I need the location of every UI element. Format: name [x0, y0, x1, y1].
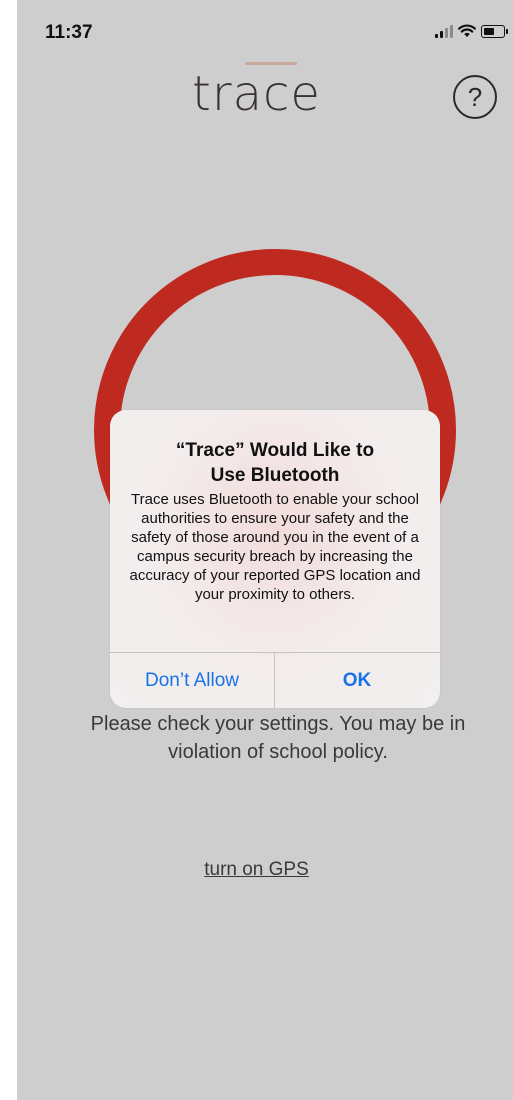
- signal-icon: [435, 24, 453, 38]
- alert-title-line2: Use Bluetooth: [210, 465, 340, 486]
- alert-title: “Trace” Would Like to Use Bluetooth: [120, 438, 430, 488]
- status-icons: [435, 24, 508, 38]
- app-logo: trace: [192, 66, 321, 122]
- wifi-icon: [458, 24, 476, 37]
- dont-allow-button[interactable]: Don’t Allow: [110, 653, 274, 708]
- help-button[interactable]: ?: [453, 75, 497, 119]
- status-time: 11:37: [45, 22, 93, 43]
- alert-message: Trace uses Bluetooth to enable your scho…: [129, 491, 421, 603]
- settings-warning: Please check your settings. You may be i…: [90, 713, 466, 763]
- header-accent-line: [245, 62, 297, 65]
- bluetooth-permission-alert: “Trace” Would Like to Use Bluetooth Trac…: [110, 410, 440, 708]
- ok-button[interactable]: OK: [275, 653, 439, 708]
- turn-on-gps-link[interactable]: turn on GPS: [0, 859, 513, 881]
- question-icon: ?: [467, 81, 483, 112]
- battery-icon: [481, 24, 508, 38]
- alert-title-line1: “Trace” Would Like to: [175, 440, 375, 461]
